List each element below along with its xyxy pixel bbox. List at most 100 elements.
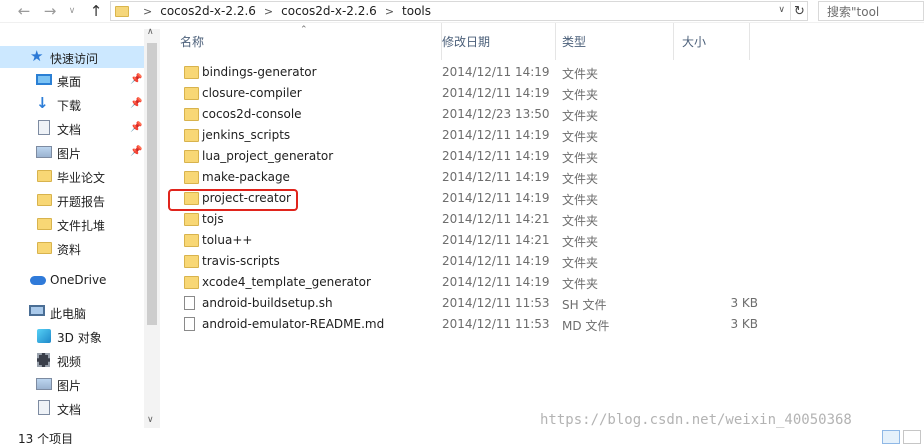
sidebar-scrollbar[interactable]: ∧ ∨ <box>144 27 160 428</box>
file-name: bindings-generator <box>202 65 317 79</box>
sidebar-item-label: 图片 <box>57 147 82 161</box>
file-row[interactable]: xcode4_template_generator 2014/12/11 14:… <box>170 272 780 293</box>
file-row[interactable]: travis-scripts 2014/12/11 14:19 文件夹 <box>170 251 780 272</box>
sidebar-item-label: 下载 <box>57 99 82 113</box>
file-type: 文件夹 <box>562 193 599 207</box>
picture-icon <box>36 378 52 390</box>
scroll-down-icon[interactable]: ∨ <box>147 415 154 425</box>
file-type: 文件夹 <box>562 235 599 249</box>
file-size: 3 KB <box>730 296 758 310</box>
back-arrow-icon[interactable]: ← <box>14 2 34 20</box>
pin-icon[interactable]: 📌 <box>130 74 142 85</box>
column-size[interactable]: 大小 <box>674 23 750 60</box>
cloud-icon <box>30 276 46 285</box>
column-name[interactable]: 名称 <box>172 23 442 60</box>
scrollbar-thumb[interactable] <box>147 43 157 325</box>
address-toolbar: ← → ∨ ↑ > cocos2d-x-2.2.6 > cocos2d-x-2.… <box>0 0 924 23</box>
breadcrumb-item[interactable]: tools <box>402 4 431 18</box>
video-icon <box>37 353 50 367</box>
folder-icon <box>115 5 129 17</box>
file-name: jenkins_scripts <box>202 128 291 142</box>
sidebar-item-onedrive[interactable]: OneDrive <box>0 269 144 291</box>
sidebar-item-folder[interactable]: 文件扎堆 <box>0 213 144 235</box>
folder-icon <box>184 234 199 247</box>
file-size: 3 KB <box>730 317 758 331</box>
sidebar-item-desktop[interactable]: 桌面 📌 <box>0 69 144 91</box>
chevron-right-icon[interactable]: > <box>143 5 152 18</box>
file-row[interactable]: make-package 2014/12/11 14:19 文件夹 <box>170 167 780 188</box>
sidebar-item-folder[interactable]: 毕业论文 <box>0 165 144 187</box>
details-view-icon[interactable] <box>882 430 900 444</box>
file-icon <box>184 296 195 310</box>
file-date: 2014/12/11 14:19 <box>442 191 550 205</box>
desktop-icon <box>36 74 52 85</box>
file-date: 2014/12/11 14:21 <box>442 233 550 247</box>
recent-locations-chevron-icon[interactable]: ∨ <box>62 2 82 20</box>
file-row[interactable]: closure-compiler 2014/12/11 14:19 文件夹 <box>170 83 780 104</box>
folder-icon <box>37 218 52 230</box>
sidebar-item-this-pc[interactable]: 此电脑 <box>0 301 144 323</box>
file-name: android-buildsetup.sh <box>202 296 333 310</box>
file-date: 2014/12/11 11:53 <box>442 317 550 331</box>
file-type: 文件夹 <box>562 172 599 186</box>
file-row[interactable]: android-emulator-README.md 2014/12/11 11… <box>170 314 780 335</box>
sidebar-item-downloads[interactable]: ↓ 下载 📌 <box>0 93 144 115</box>
file-type: 文件夹 <box>562 88 599 102</box>
address-dropdown-icon[interactable]: ∨ <box>778 5 785 15</box>
refresh-icon[interactable]: ↻ <box>790 2 808 20</box>
file-name: tojs <box>202 212 224 226</box>
column-date[interactable]: 修改日期 <box>434 23 556 60</box>
sidebar-item-documents-pc[interactable]: 文档 <box>0 397 144 419</box>
file-name: closure-compiler <box>202 86 302 100</box>
file-type: SH 文件 <box>562 298 607 312</box>
breadcrumb-item[interactable]: cocos2d-x-2.2.6 <box>281 4 377 18</box>
up-arrow-icon[interactable]: ↑ <box>86 2 106 20</box>
file-type: 文件夹 <box>562 214 599 228</box>
file-row[interactable]: lua_project_generator 2014/12/11 14:19 文… <box>170 146 780 167</box>
file-date: 2014/12/11 14:19 <box>442 65 550 79</box>
file-date: 2014/12/23 13:50 <box>442 107 550 121</box>
large-icons-view-icon[interactable] <box>903 430 921 444</box>
sidebar-item-folder[interactable]: 开题报告 <box>0 189 144 211</box>
sidebar-item-documents[interactable]: 文档 📌 <box>0 117 144 139</box>
file-date: 2014/12/11 14:19 <box>442 128 550 142</box>
sidebar-item-videos[interactable]: 视频 <box>0 349 144 371</box>
sidebar-item-label: 桌面 <box>57 75 82 89</box>
file-name: tolua++ <box>202 233 253 247</box>
column-date-label: 修改日期 <box>442 35 491 49</box>
column-type[interactable]: 类型 <box>554 23 674 60</box>
file-row[interactable]: cocos2d-console 2014/12/23 13:50 文件夹 <box>170 104 780 125</box>
file-name: travis-scripts <box>202 254 280 268</box>
breadcrumb-item[interactable]: cocos2d-x-2.2.6 <box>160 4 256 18</box>
forward-arrow-icon[interactable]: → <box>40 2 60 20</box>
sidebar-item-label: 开题报告 <box>57 195 106 209</box>
column-size-label: 大小 <box>682 35 707 49</box>
folder-icon <box>37 242 52 254</box>
item-count: 13 个项目 <box>18 432 74 444</box>
chevron-right-icon[interactable]: > <box>264 5 273 18</box>
search-input[interactable]: 搜索"tool <box>818 1 924 21</box>
file-row[interactable]: tolua++ 2014/12/11 14:21 文件夹 <box>170 230 780 251</box>
pin-icon[interactable]: 📌 <box>130 98 142 109</box>
scroll-up-icon[interactable]: ∧ <box>147 27 154 37</box>
file-row[interactable]: tojs 2014/12/11 14:21 文件夹 <box>170 209 780 230</box>
column-name-label: 名称 <box>180 35 205 49</box>
document-icon <box>38 120 50 135</box>
file-row[interactable]: android-buildsetup.sh 2014/12/11 11:53 S… <box>170 293 780 314</box>
pin-icon[interactable]: 📌 <box>130 122 142 133</box>
sidebar-item-folder[interactable]: 资料 <box>0 237 144 259</box>
sidebar-item-pictures-pc[interactable]: 图片 <box>0 373 144 395</box>
document-icon <box>38 400 50 415</box>
file-row[interactable]: jenkins_scripts 2014/12/11 14:19 文件夹 <box>170 125 780 146</box>
file-name: xcode4_template_generator <box>202 275 371 289</box>
file-type: 文件夹 <box>562 109 599 123</box>
sidebar-item-3d-objects[interactable]: 3D 对象 <box>0 325 144 347</box>
sidebar-item-quick-access[interactable]: ★ 快速访问 <box>0 46 144 68</box>
file-row[interactable]: bindings-generator 2014/12/11 14:19 文件夹 <box>170 62 780 83</box>
address-bar[interactable]: > cocos2d-x-2.2.6 > cocos2d-x-2.2.6 > to… <box>110 1 808 21</box>
sidebar-item-pictures[interactable]: 图片 📌 <box>0 141 144 163</box>
folder-icon <box>184 129 199 142</box>
chevron-right-icon[interactable]: > <box>385 5 394 18</box>
folder-icon <box>184 108 199 121</box>
pin-icon[interactable]: 📌 <box>130 146 142 157</box>
